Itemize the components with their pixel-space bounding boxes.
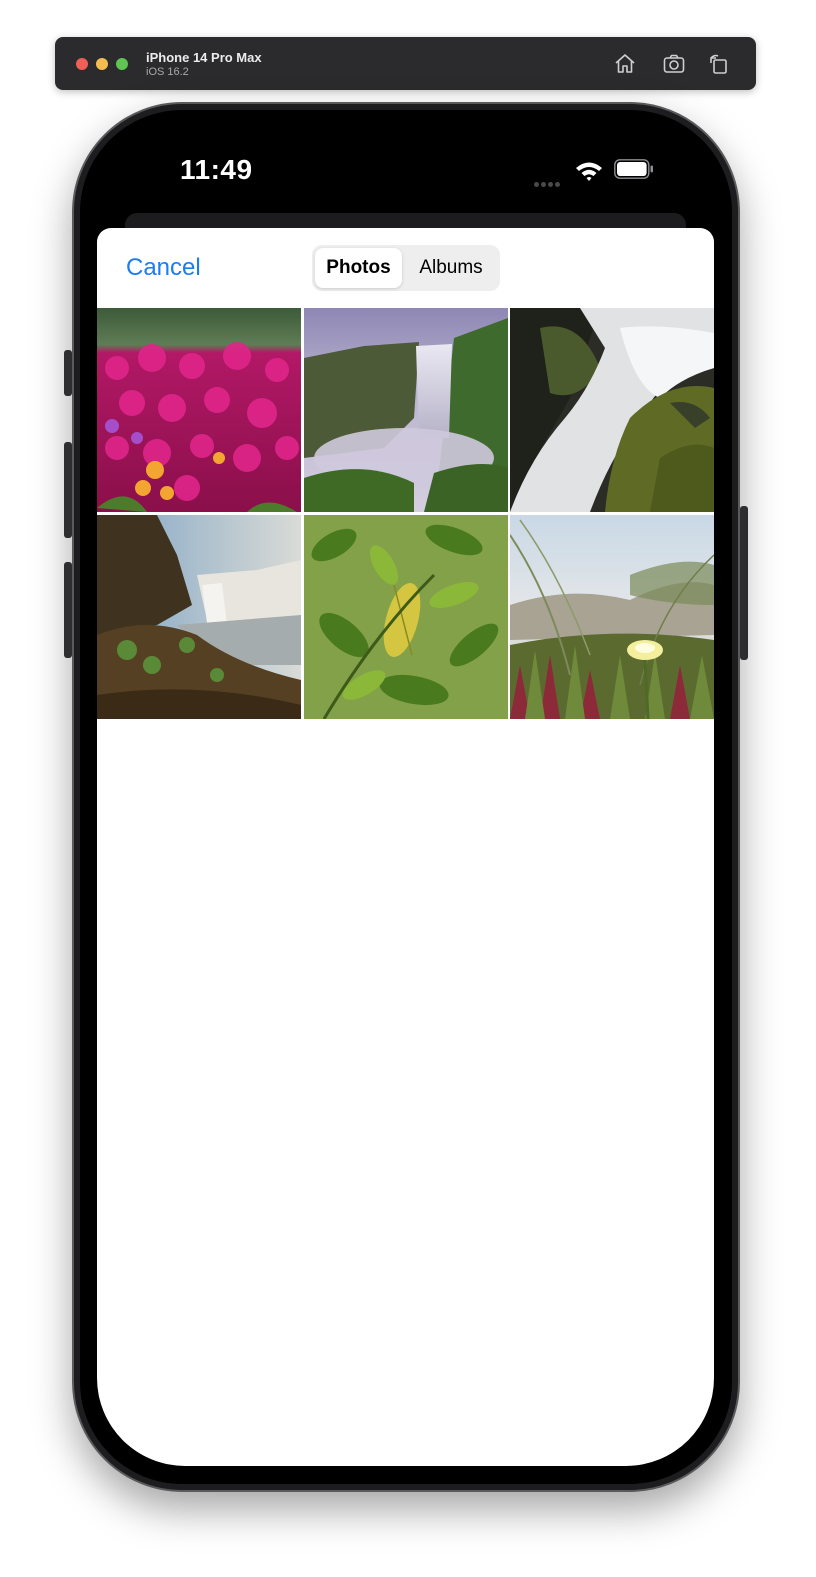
screenshot-icon[interactable] xyxy=(662,52,686,76)
photo-thumbnail-waterfall-cliff[interactable] xyxy=(97,515,301,719)
photo-thumbnail-pink-flowers[interactable] xyxy=(97,308,301,512)
segment-photos[interactable]: Photos xyxy=(315,248,402,288)
simulator-toolbar: iPhone 14 Pro Max iOS 16.2 xyxy=(55,37,756,90)
segment-albums[interactable]: Albums xyxy=(406,248,496,288)
zoom-window-button[interactable] xyxy=(116,58,128,70)
photo-picker-sheet: Cancel Photos Albums xyxy=(97,228,714,1466)
close-window-button[interactable] xyxy=(76,58,88,70)
photo-thumbnail-rocky-waterfall[interactable] xyxy=(510,308,714,512)
status-time: 11:49 xyxy=(180,154,253,185)
os-version: iOS 16.2 xyxy=(146,66,189,78)
waterfall-cliff-image xyxy=(97,515,301,719)
power-button[interactable] xyxy=(740,506,748,660)
minimize-window-button[interactable] xyxy=(96,58,108,70)
rotate-icon[interactable] xyxy=(707,52,731,76)
phone-screen: 11:49 Cancel Photos Albums xyxy=(97,127,714,1466)
pink-flowers-image xyxy=(97,308,301,512)
waterfall-valley-image xyxy=(304,308,508,512)
photo-grid xyxy=(97,308,714,719)
photo-thumbnail-white-flower-dunes[interactable] xyxy=(510,515,714,719)
rocky-waterfall-image xyxy=(510,308,714,512)
volume-up-button[interactable] xyxy=(64,442,72,538)
photo-thumbnail-green-leaves[interactable] xyxy=(304,515,508,719)
wifi-icon xyxy=(576,162,602,181)
device-name: iPhone 14 Pro Max xyxy=(146,50,262,65)
home-icon[interactable] xyxy=(613,52,637,76)
battery-icon xyxy=(614,159,653,179)
segmented-control: Photos Albums xyxy=(312,245,500,291)
cancel-button[interactable]: Cancel xyxy=(126,254,201,282)
green-leaves-image xyxy=(304,515,508,719)
signal-dots-icon xyxy=(534,174,562,192)
action-button[interactable] xyxy=(64,350,72,396)
white-flower-dunes-image xyxy=(510,515,714,719)
photo-thumbnail-waterfall-valley[interactable] xyxy=(304,308,508,512)
volume-down-button[interactable] xyxy=(64,562,72,658)
